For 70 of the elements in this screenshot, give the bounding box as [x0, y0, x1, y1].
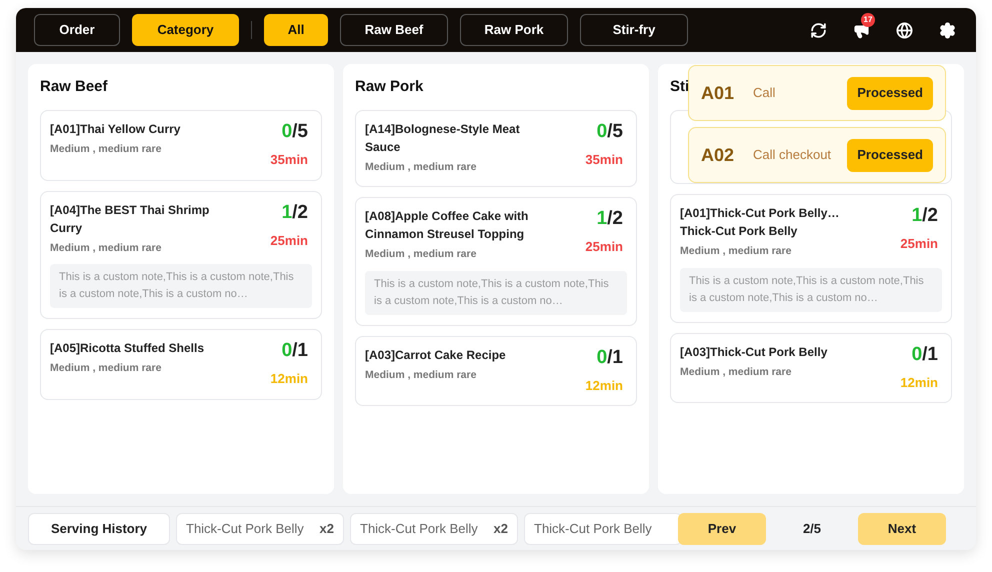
order-card[interactable]: [A04]The BEST Thai Shrimp Curry Medium , medium rare 1/2 25min This is a custom note,This is a custom note,This is a custom note,This is a custom no…	[40, 190, 322, 320]
next-button[interactable]: Next	[858, 512, 946, 544]
dish-options: Medium , medium rare	[50, 240, 235, 256]
served-dish: Thick-Cut Pork Belly	[186, 520, 304, 538]
filter-tab[interactable]: Order	[34, 14, 120, 46]
filter-tab[interactable]: Raw Pork	[460, 14, 568, 46]
dish-count: 0/1	[596, 346, 623, 370]
dish-title: [A04]The BEST Thai Shrimp Curry	[50, 202, 210, 236]
wait-time: 12min	[900, 374, 938, 392]
globe-icon[interactable]	[896, 22, 913, 38]
dish-options: Medium , medium rare	[50, 361, 204, 377]
served-dish: Thick-Cut Pork Belly	[534, 520, 652, 538]
order-card[interactable]: [A01]Thai Yellow Curry Medium , medium rare 0/5 35min	[40, 110, 322, 180]
column-title: Sti	[670, 77, 690, 97]
column-title: Raw Beef	[40, 77, 108, 97]
dish-count: 1/2	[282, 200, 308, 224]
wait-time: 25min	[900, 235, 938, 253]
dish-title: [A08]Apple Coffee Cake with Cinnamon Streusel Topping	[365, 208, 530, 243]
dish-count: 1/2	[596, 206, 623, 231]
refresh-icon[interactable]	[810, 22, 827, 38]
table-number: A01	[701, 82, 736, 104]
prev-button[interactable]: Prev	[678, 512, 766, 544]
wait-time: 12min	[585, 376, 623, 394]
wait-time: 25min	[270, 232, 308, 250]
wait-time: 25min	[585, 238, 623, 256]
dish-title: [A14]Bolognese-Style Meat Sauce	[365, 121, 521, 156]
serving-history-button[interactable]: Serving History	[28, 512, 170, 544]
dish-options: Medium , medium rare	[365, 160, 550, 176]
dish-count: 0/5	[596, 120, 623, 144]
dish-options: Medium , medium rare	[680, 244, 865, 260]
dish-count: 0/5	[282, 120, 308, 144]
dish-options: Medium , medium rare	[365, 246, 550, 262]
column-title: Raw Pork	[355, 77, 424, 97]
wait-time: 35min	[270, 151, 308, 169]
page-indicator: 2/5	[802, 520, 822, 538]
notification-badge: 17	[861, 12, 875, 26]
dish-title: [A01]Thai Yellow Curry	[50, 121, 180, 138]
served-count: x2	[494, 520, 508, 538]
order-card[interactable]: [A14]Bolognese-Style Meat Sauce Medium , medium rare 0/5 35min	[355, 110, 637, 187]
dish-options: Medium , medium rare	[680, 364, 828, 380]
call-message: Call checkout	[753, 146, 832, 164]
dish-title: [A01]Thick-Cut Pork Belly… Thick-Cut Pork Belly	[680, 205, 840, 240]
call-message: Call	[753, 84, 776, 102]
order-card[interactable]: [A01]Thick-Cut Pork Belly… Thick-Cut Pork Belly Medium , medium rare 1/2 25min This is a custom note,This is a custom note,This is a custom note,This is a custom no…	[670, 194, 952, 323]
wait-time: 35min	[585, 151, 623, 169]
order-card[interactable]: [A08]Apple Coffee Cake with Cinnamon Streusel Topping Medium , medium rare 1/2 25min This is a custom note,This is a custom note,This is a custom note,This is a custom no…	[355, 196, 637, 326]
dish-options: Medium , medium rare	[365, 368, 506, 384]
dish-count: 0/1	[282, 339, 308, 364]
filter-tab[interactable]: Raw Beef	[340, 14, 448, 46]
wait-time: 12min	[270, 370, 308, 388]
order-card[interactable]: [A03]Carrot Cake Recipe Medium , medium rare 0/1 12min	[355, 336, 637, 406]
dish-title: [A03]Thick-Cut Pork Belly	[680, 344, 828, 361]
filter-tab[interactable]: Category	[132, 14, 239, 46]
dish-count: 1/2	[912, 204, 938, 228]
filter-tab[interactable]: All	[264, 14, 328, 46]
order-card[interactable]: [A03]Thick-Cut Pork Belly Medium , medium rare 0/1 12min	[670, 332, 952, 404]
processed-button[interactable]: Processed	[847, 138, 933, 172]
dish-count: 0/1	[912, 342, 938, 367]
custom-note: This is a custom note,This is a custom note,This is a custom note,This is a custom no…	[680, 268, 942, 312]
served-count: x2	[320, 520, 334, 538]
dish-options: Medium , medium rare	[50, 142, 180, 158]
dish-title: [A05]Ricotta Stuffed Shells	[50, 340, 204, 358]
processed-button[interactable]: Processed	[847, 76, 933, 110]
table-number: A02	[701, 144, 736, 166]
custom-note: This is a custom note,This is a custom note,This is a custom note,This is a custom no…	[365, 270, 627, 314]
dish-title: [A03]Carrot Cake Recipe	[365, 346, 506, 364]
order-card[interactable]: [A05]Ricotta Stuffed Shells Medium , medium rare 0/1 12min	[40, 329, 322, 400]
served-dish: Thick-Cut Pork Belly	[360, 520, 478, 538]
custom-note: This is a custom note,This is a custom note,This is a custom note,This is a custom no…	[50, 264, 312, 308]
filter-tab[interactable]: Stir-fry	[580, 14, 688, 46]
